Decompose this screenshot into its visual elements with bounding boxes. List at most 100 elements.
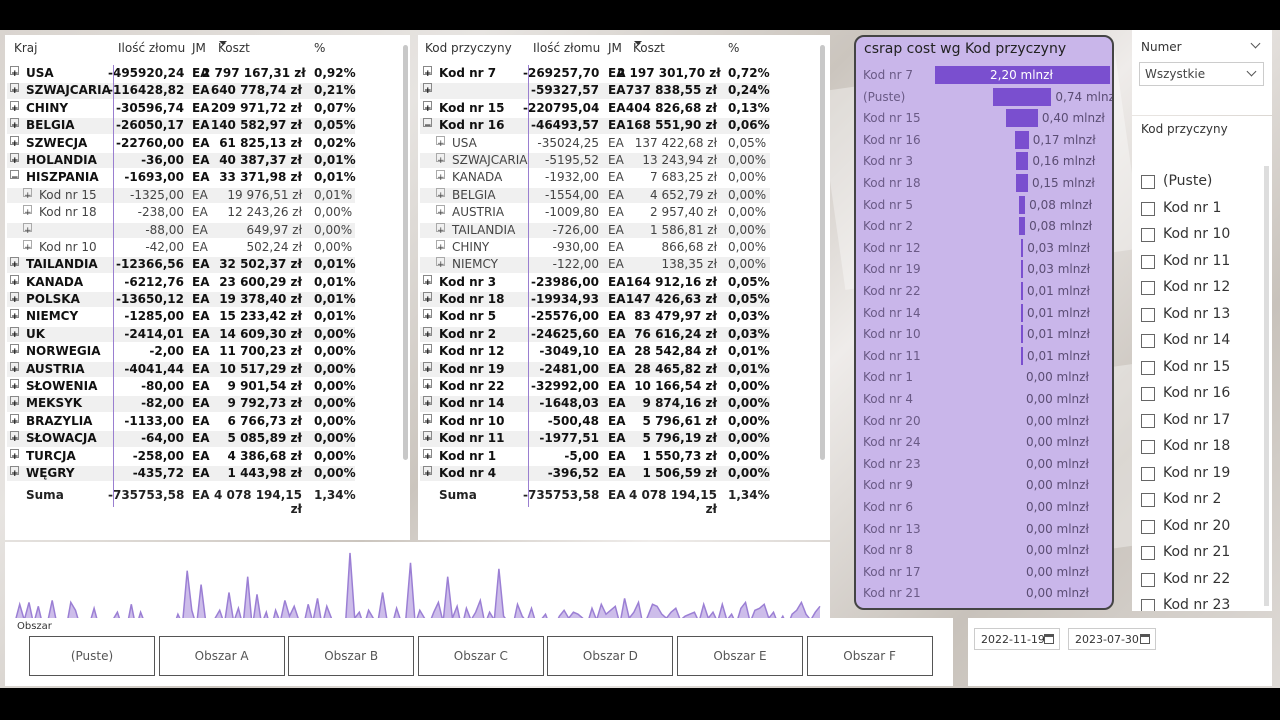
table-row[interactable]: + Kod nr 12 -3049,10 EA 28 542,84 zł 0,01% xyxy=(418,343,830,360)
expand-icon[interactable]: + xyxy=(10,66,19,79)
obszar-button[interactable]: Obszar B xyxy=(288,636,415,676)
table-row[interactable]: + WĘGRY -435,72 EA 1 443,98 zł 0,00% xyxy=(5,465,410,482)
funnel-row[interactable]: Kod nr 18 0,15 mlnzł xyxy=(856,173,1112,195)
checkbox[interactable] xyxy=(1141,572,1155,587)
expand-icon[interactable]: + xyxy=(423,396,432,409)
expand-icon[interactable]: + xyxy=(423,413,432,427)
expand-icon[interactable]: + xyxy=(10,135,19,149)
funnel-bar[interactable] xyxy=(1016,174,1028,192)
funnel-row[interactable]: Kod nr 4 0,00 mlnzł xyxy=(856,389,1112,411)
funnel-row[interactable]: Kod nr 15 0,40 mlnzł xyxy=(856,108,1112,130)
funnel-bar[interactable] xyxy=(1020,238,1024,257)
table-row[interactable]: + BRAZYLIA -1133,00 EA 6 766,73 zł 0,00% xyxy=(5,413,410,430)
numer-dropdown[interactable]: Wszystkie xyxy=(1139,62,1264,86)
funnel-row[interactable]: Kod nr 6 0,00 mlnzł xyxy=(856,497,1112,519)
funnel-row[interactable]: Kod nr 2 0,08 mlnzł xyxy=(856,216,1112,238)
expand-icon[interactable]: + xyxy=(436,239,445,253)
table-row[interactable]: + Kod nr 15 -220795,04 EA 404 826,68 zł 0,13% xyxy=(418,100,830,117)
table-row[interactable]: + -59327,57 EA 737 838,55 zł 0,24% xyxy=(418,82,830,99)
funnel-bar[interactable] xyxy=(1018,195,1026,214)
funnel-row[interactable]: Kod nr 10 0,01 mlnzł xyxy=(856,324,1112,346)
checkbox[interactable] xyxy=(1141,360,1155,375)
funnel-row[interactable]: Kod nr 24 0,00 mlnzł xyxy=(856,432,1112,454)
expand-icon[interactable]: + xyxy=(23,222,32,236)
sort-descending-icon[interactable] xyxy=(634,41,642,45)
date-to-input[interactable]: 2023-07-30 xyxy=(1068,628,1156,650)
column-header-jm[interactable]: JM xyxy=(192,41,206,55)
table-row[interactable]: + TAILANDIA -726,00 EA 1 586,81 zł 0,00% xyxy=(418,222,830,239)
expand-icon[interactable]: + xyxy=(423,326,432,340)
expand-icon[interactable]: + xyxy=(423,83,432,96)
expand-icon[interactable]: + xyxy=(423,274,432,288)
calendar-icon[interactable] xyxy=(1140,634,1150,644)
funnel-row[interactable]: Kod nr 21 0,00 mlnzł xyxy=(856,583,1112,605)
calendar-icon[interactable] xyxy=(1044,634,1054,644)
funnel-row[interactable]: Kod nr 22 0,01 mlnzł xyxy=(856,281,1112,303)
table-row[interactable]: + Kod nr 3 -23986,00 EA 164 912,16 zł 0,05% xyxy=(418,274,830,291)
table-row[interactable]: + BELGIA -26050,17 EA 140 582,97 zł 0,05% xyxy=(5,117,410,134)
funnel-bar[interactable] xyxy=(1020,260,1024,279)
table-row[interactable]: + Kod nr 10 -500,48 EA 5 796,61 zł 0,00% xyxy=(418,413,830,430)
funnel-row[interactable]: Kod nr 11 0,01 mlnzł xyxy=(856,346,1112,368)
funnel-bar[interactable] xyxy=(1021,282,1023,300)
funnel-row[interactable]: Kod nr 8 0,00 mlnzł xyxy=(856,540,1112,562)
expand-icon[interactable]: + xyxy=(423,465,432,479)
checkbox[interactable] xyxy=(1141,546,1155,560)
expand-icon[interactable]: + xyxy=(23,187,32,201)
table-row[interactable]: + SŁOWENIA -80,00 EA 9 901,54 zł 0,00% xyxy=(5,378,410,395)
collapse-icon[interactable]: − xyxy=(423,118,432,131)
expand-icon[interactable]: + xyxy=(10,309,19,322)
funnel-row[interactable]: Kod nr 20 0,00 mlnzł xyxy=(856,411,1112,433)
table-row[interactable]: + KANADA -6212,76 EA 23 600,29 zł 0,01% xyxy=(5,274,410,291)
funnel-row[interactable]: (Puste) 0,74 mlnzł xyxy=(856,87,1112,109)
obszar-button[interactable]: Obszar C xyxy=(417,636,544,676)
column-header-kraj[interactable]: Kod przyczyny xyxy=(425,41,512,55)
checkbox[interactable] xyxy=(1141,519,1155,534)
table-row[interactable]: + Kod nr 1 -5,00 EA 1 550,73 zł 0,00% xyxy=(418,448,830,465)
expand-icon[interactable]: + xyxy=(423,448,432,462)
funnel-row[interactable]: Kod nr 14 0,01 mlnzł xyxy=(856,303,1112,325)
expand-icon[interactable]: + xyxy=(10,379,19,392)
obszar-button[interactable]: Obszar A xyxy=(158,636,285,676)
funnel-row[interactable]: Kod nr 16 0,17 mlnzł xyxy=(856,130,1112,152)
table-row[interactable]: + TAILANDIA -12366,56 EA 32 502,37 zł 0,01% xyxy=(5,256,410,273)
expand-icon[interactable]: + xyxy=(423,309,432,322)
table-scrollbar[interactable] xyxy=(403,45,408,460)
table-row[interactable]: + SZWAJCARIA -5195,52 EA 13 243,94 zł 0,00% xyxy=(418,152,830,169)
funnel-bar[interactable] xyxy=(1015,130,1029,149)
funnel-row[interactable]: Kod nr 3 0,16 mlnzł xyxy=(856,151,1112,173)
table-row[interactable]: + HOLANDIA -36,00 EA 40 387,37 zł 0,01% xyxy=(5,152,410,169)
funnel-bar[interactable] xyxy=(1021,303,1023,322)
funnel-row[interactable]: Kod nr 5 0,08 mlnzł xyxy=(856,195,1112,217)
checkbox[interactable] xyxy=(1141,387,1155,401)
funnel-bar[interactable] xyxy=(1021,325,1023,344)
collapse-icon[interactable]: − xyxy=(10,170,19,183)
table-row[interactable]: + Kod nr 11 -1977,51 EA 5 796,19 zł 0,00% xyxy=(418,430,830,447)
table-row[interactable]: + CHINY -30596,74 EA 209 971,72 zł 0,07% xyxy=(5,100,410,117)
expand-icon[interactable]: + xyxy=(423,292,432,305)
expand-icon[interactable]: + xyxy=(23,205,32,218)
funnel-bar[interactable] xyxy=(992,87,1052,106)
table-row[interactable]: + Kod nr 4 -396,52 EA 1 506,59 zł 0,00% xyxy=(418,465,830,482)
obszar-button[interactable]: Obszar F xyxy=(806,636,933,676)
column-header-kraj[interactable]: Kraj xyxy=(14,41,38,55)
expand-icon[interactable]: + xyxy=(10,326,19,340)
checkbox[interactable] xyxy=(1141,307,1155,322)
table-row[interactable]: + USA -35024,25 EA 137 422,68 zł 0,05% xyxy=(418,135,830,152)
table-row[interactable]: + USA -495920,24 EA 2 797 167,31 zł 0,92% xyxy=(5,65,410,82)
table-row[interactable]: + KANADA -1932,00 EA 7 683,25 zł 0,00% xyxy=(418,169,830,186)
expand-icon[interactable]: + xyxy=(423,361,432,375)
table-row[interactable]: + NIEMCY -1285,00 EA 15 233,42 zł 0,01% xyxy=(5,308,410,325)
funnel-row[interactable]: Kod nr 1 0,00 mlnzł xyxy=(856,367,1112,389)
table-scrollbar[interactable] xyxy=(820,45,825,460)
funnel-row[interactable]: Kod nr 23 0,00 mlnzł xyxy=(856,454,1112,476)
expand-icon[interactable]: + xyxy=(436,170,445,183)
funnel-bar[interactable] xyxy=(1021,346,1023,365)
table-row[interactable]: + AUSTRIA -1009,80 EA 2 957,40 zł 0,00% xyxy=(418,204,830,221)
checkbox[interactable] xyxy=(1141,334,1155,348)
expand-icon[interactable]: + xyxy=(10,448,19,462)
column-header-pct[interactable]: % xyxy=(314,41,325,55)
checkbox[interactable] xyxy=(1141,254,1155,269)
expand-icon[interactable]: + xyxy=(423,66,432,79)
expand-icon[interactable]: + xyxy=(10,361,19,375)
